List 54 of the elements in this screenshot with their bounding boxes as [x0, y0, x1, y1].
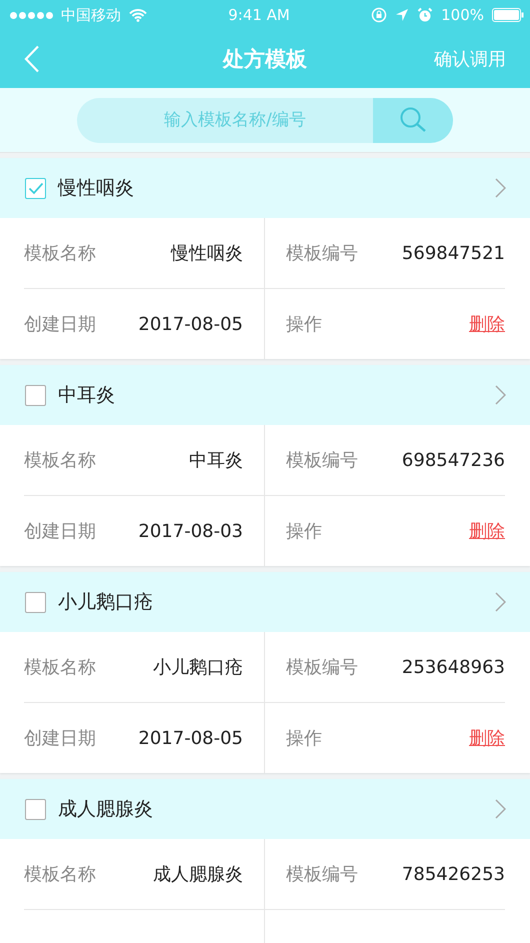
rotation-lock-icon: [371, 7, 388, 23]
chevron-right-icon[interactable]: [495, 799, 506, 819]
field-label: 模板名称: [24, 656, 96, 679]
page-title: 处方模板: [223, 47, 307, 71]
template-title: 小儿鹅口疮: [58, 590, 153, 615]
signal-icon: [10, 12, 53, 18]
status-time: 9:41 AM: [228, 6, 290, 24]
field-label: 模板编号: [286, 449, 358, 472]
template-code: 569847521: [402, 242, 505, 264]
location-arrow-icon: [395, 8, 410, 22]
field-label: 创建日期: [24, 727, 96, 750]
checkbox[interactable]: [25, 592, 46, 612]
template-title: 成人腮腺炎: [58, 797, 153, 822]
created-date: 2017-08-05: [138, 314, 243, 334]
chevron-right-icon[interactable]: [495, 385, 506, 405]
delete-link[interactable]: 删除: [469, 312, 505, 336]
template-name: 中耳炎: [189, 449, 243, 472]
battery-icon: [492, 8, 524, 22]
search-field[interactable]: 输入模板名称/编号: [77, 98, 373, 142]
field-label: 模板编号: [286, 656, 358, 679]
template-title: 慢性咽炎: [58, 176, 134, 201]
chevron-right-icon[interactable]: [495, 592, 506, 612]
alarm-clock-icon: [417, 7, 434, 23]
search-button[interactable]: [373, 98, 453, 142]
field-label: 操作: [286, 520, 322, 543]
created-date: 2017-08-05: [138, 728, 243, 748]
field-label: 模板编号: [286, 242, 358, 265]
back-button[interactable]: [24, 45, 40, 73]
created-date: 2017-08-03: [138, 520, 243, 542]
battery-percent: 100%: [441, 6, 484, 24]
carrier-name: 中国移动: [61, 6, 121, 24]
template-code: 698547236: [402, 450, 505, 470]
field-label: 操作: [286, 727, 322, 750]
search-icon: [398, 105, 428, 135]
checkbox[interactable]: [25, 178, 46, 198]
field-label: 模板名称: [24, 863, 96, 886]
field-label: 模板名称: [24, 449, 96, 472]
template-name: 成人腮腺炎: [153, 863, 243, 886]
template-code: 785426253: [402, 864, 505, 884]
field-label: 创建日期: [24, 520, 96, 543]
delete-link[interactable]: 删除: [469, 726, 505, 750]
field-label: 操作: [286, 313, 322, 336]
checkbox[interactable]: [25, 384, 46, 406]
checkbox[interactable]: [25, 798, 46, 820]
template-code: 253648963: [402, 656, 505, 678]
field-label: 模板编号: [286, 863, 358, 886]
chevron-right-icon[interactable]: [495, 178, 506, 198]
template-name: 慢性咽炎: [171, 242, 243, 265]
template-name: 小儿鹅口疮: [153, 656, 243, 679]
delete-link[interactable]: 删除: [469, 519, 505, 543]
field-label: 创建日期: [24, 313, 96, 336]
wifi-icon: [129, 8, 147, 22]
field-label: 模板名称: [24, 242, 96, 265]
template-title: 中耳炎: [58, 383, 115, 408]
